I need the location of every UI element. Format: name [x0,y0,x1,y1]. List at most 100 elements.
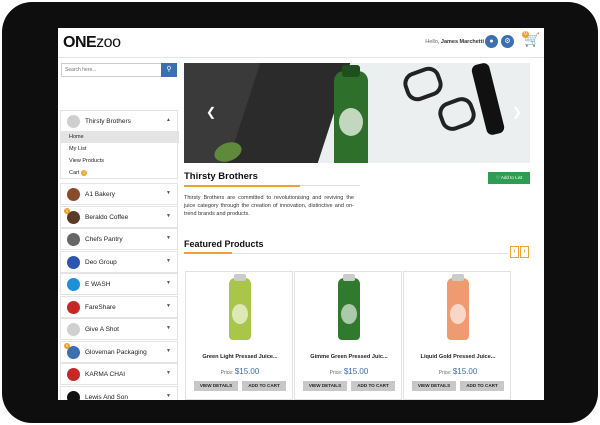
vendor-title: Thirsty Brothers [184,171,258,182]
vendor-item[interactable]: Give A Shot ▼ [60,318,178,340]
search-input[interactable] [62,64,160,76]
vendor-logo-icon [67,115,80,128]
add-to-cart-button[interactable]: ADD TO CART [460,381,504,391]
chevron-down-icon: ▼ [166,347,171,354]
vendor-name: KARMA CHAI [85,371,126,378]
settings-icon[interactable]: ⚙ [501,35,514,48]
vendor-logo-icon [67,368,80,381]
banner-glasses-right [434,93,480,135]
banner-glasses-left [400,63,446,105]
product-card[interactable]: Gimme Green Pressed Juic... Price: $15.00… [294,271,402,400]
submenu-view-products[interactable]: View Products [61,155,179,167]
vendor-name: Deo Group [85,258,117,266]
product-card[interactable]: Liquid Gold Pressed Juice... Price: $15.0… [403,271,511,400]
vendor-name: FareShare [85,303,116,311]
vendor-name: Give A Shot [85,326,119,333]
add-to-list-button[interactable]: ♡ Add to List [488,172,530,184]
search-button[interactable]: ⚲ [161,63,177,77]
vendor-logo-icon [67,278,80,291]
chevron-up-icon: ▲ [166,117,171,123]
chevron-down-icon: ▼ [166,235,171,241]
brand-logo[interactable]: ONEzoo [63,34,121,52]
vendor-logo-icon [67,188,80,201]
vendor-logo-icon [67,233,80,246]
submenu-cart[interactable]: Cart 0 [61,167,179,179]
product-price: Price: $15.00 [438,367,478,376]
title-underline [184,185,300,187]
vendor-badge: 1 [64,207,70,214]
vendor-item[interactable]: Deo Group ▼ [60,250,178,273]
vendor-badge: 5 [64,342,70,349]
bottle-label [450,304,466,324]
vendor-item[interactable]: Lewis And Son ▼ [60,385,178,401]
vendor-name: A1 Bakery [85,191,115,198]
vendor-name: Lewis And Son [85,393,129,401]
chevron-down-icon: ▼ [166,370,171,376]
vendor-item[interactable]: E WASH ▼ [60,273,178,295]
banner-bottle-cap [342,65,360,77]
vendor-name: Thirsty Brothers [85,118,131,125]
featured-divider [232,253,508,254]
vendor-item-active[interactable]: Thirsty Brothers ▲ [60,110,178,132]
bottle-label [341,304,357,324]
vendor-submenu: Home My List View Products Cart 0 [60,131,179,179]
submenu-home[interactable]: Home [61,131,179,143]
chevron-down-icon: ▼ [166,302,171,309]
cart-count-badge: 0 [522,31,529,38]
vendor-item[interactable]: 1 Beraldo Coffee ▼ [60,205,178,228]
product-name[interactable]: Green Light Pressed Juice... [190,354,290,360]
product-card[interactable]: Green Light Pressed Juice... Price: $15.0… [185,271,293,400]
chevron-down-icon: ▼ [166,212,171,219]
bottle-label [232,304,248,324]
carousel-prev-icon[interactable]: ❮ [206,105,216,119]
title-divider [300,185,360,186]
carousel-next-icon[interactable]: ❯ [512,105,522,119]
product-price: Price: $15.00 [329,367,369,376]
bottle-cap [452,274,464,281]
vendor-name: Chefs Pantry [85,236,123,243]
vendor-banner-image: ❮ ❯ [184,63,530,163]
featured-next-icon[interactable]: › [520,246,529,258]
vendor-item[interactable]: A1 Bakery ▼ [60,183,178,205]
vendor-sidebar: ⚲ Thirsty Brothers ▲ Home My List View P… [60,63,179,401]
view-details-button[interactable]: VIEW DETAILS [194,381,238,391]
product-price: Price: $15.00 [220,367,260,376]
app-screen: ONEzoo Hello, James Marchetti ● ⚙ 🛒 0 ⚲ … [58,28,544,400]
cart-badge: 0 [81,169,88,176]
featured-prev-icon[interactable]: ‹ [510,246,519,258]
vendor-logo-icon [67,390,80,400]
top-header: ONEzoo Hello, James Marchetti ● ⚙ 🛒 0 [58,28,544,58]
vendor-logo-icon [67,323,80,336]
submenu-my-list[interactable]: My List [61,143,179,155]
view-details-button[interactable]: VIEW DETAILS [412,381,456,391]
featured-products-title: Featured Products [184,239,264,249]
featured-underline [184,252,232,254]
vendor-name: Gloveman Packaging [85,348,147,356]
user-icon[interactable]: ● [485,35,498,48]
vendor-item[interactable]: 5 Gloveman Packaging ▼ [60,340,178,363]
vendor-name: Beraldo Coffee [85,213,129,221]
add-to-cart-button[interactable]: ADD TO CART [242,381,286,391]
chevron-down-icon: ▼ [166,392,171,399]
vendor-item[interactable]: Chefs Pantry ▼ [60,228,178,250]
vendor-description: Thirsty Brothers are committed to revolu… [184,195,354,217]
vendor-item[interactable]: FareShare ▼ [60,295,178,318]
chevron-down-icon: ▼ [166,325,171,331]
chevron-down-icon: ▼ [166,280,171,286]
product-name[interactable]: Liquid Gold Pressed Juice... [408,354,508,360]
chevron-down-icon: ▼ [166,257,171,264]
search-box: ⚲ [61,63,177,77]
vendor-item[interactable]: KARMA CHAI ▼ [60,363,178,385]
vendor-logo-icon [67,255,80,269]
heart-icon: ♡ [495,175,500,180]
tablet-frame: ONEzoo Hello, James Marchetti ● ⚙ 🛒 0 ⚲ … [2,2,598,423]
chevron-down-icon: ▼ [166,190,171,196]
add-to-cart-button[interactable]: ADD TO CART [351,381,395,391]
product-name[interactable]: Gimme Green Pressed Juic... [299,354,399,360]
user-greeting: Hello, James Marchetti [425,39,484,45]
banner-pen [470,63,506,137]
vendor-name: E WASH [85,281,111,288]
bottle-cap [343,274,355,281]
view-details-button[interactable]: VIEW DETAILS [303,381,347,391]
bottle-cap [234,274,246,281]
